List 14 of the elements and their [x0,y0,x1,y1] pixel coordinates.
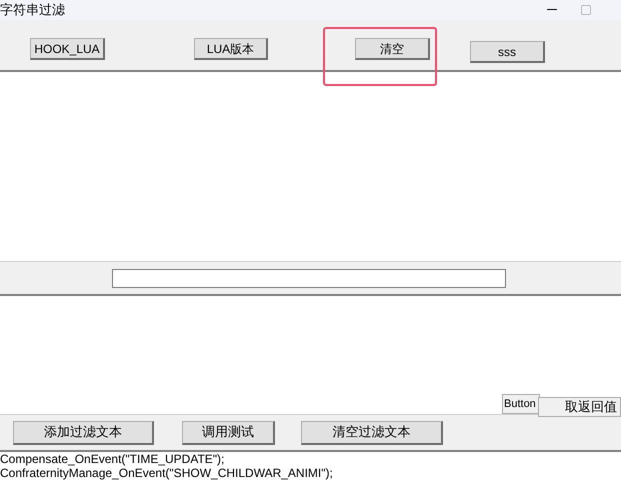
side-button[interactable]: Button [502,394,540,414]
filter-input[interactable] [112,268,506,288]
side-button[interactable]: 取返回值 [538,397,621,417]
window-title: 字符串过滤 [0,1,65,20]
bottom-button[interactable]: 调用测试 [182,420,275,444]
toolbar-button[interactable]: LUA版本 [194,38,268,60]
minimize-icon[interactable] [547,9,557,11]
log-line: Compensate_OnEvent("TIME_UPDATE"); [0,452,226,466]
toolbar-button[interactable]: sss [470,41,545,63]
bottom-button[interactable]: 添加过滤文本 [13,420,154,444]
toolbar-button[interactable]: HOOK_LUA [30,38,105,60]
log-line: ConfraternityManage_OnEvent("SHOW_CHILDWAR_ANIMI"); [0,466,334,480]
toolbar-button[interactable]: 清空 [355,38,430,60]
bottom-button[interactable]: 清空过滤文本 [301,420,443,444]
